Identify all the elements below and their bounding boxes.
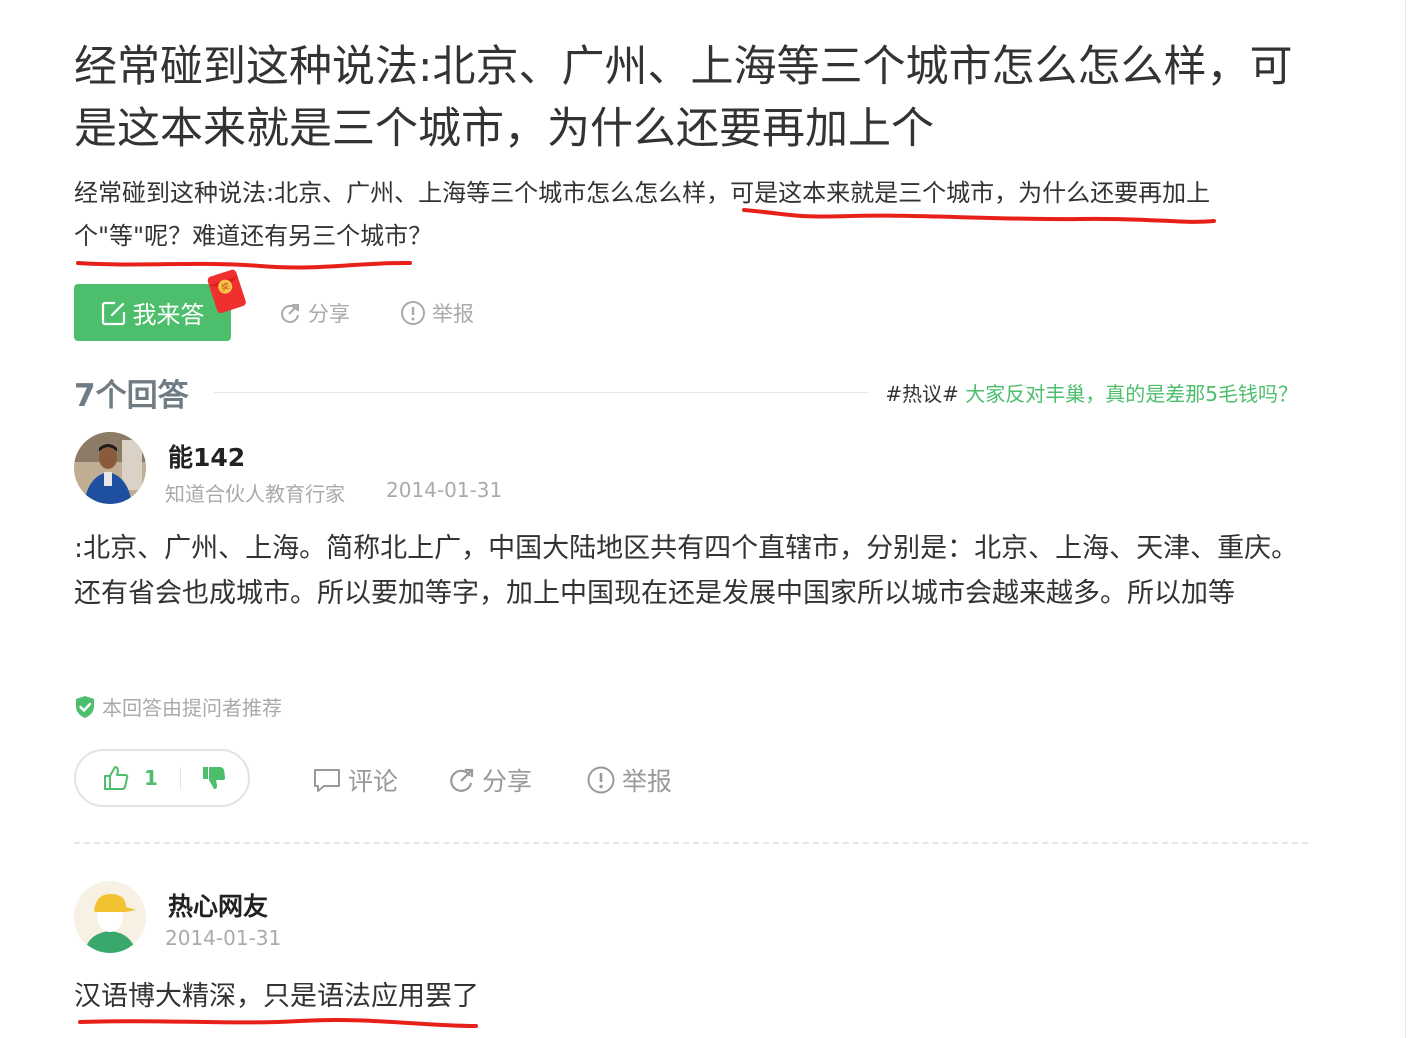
- like-count: 1: [144, 766, 158, 790]
- answer-report-button[interactable]: 举报: [586, 760, 672, 800]
- answers-header: 7个回答 #热议# 大家反对丰巢，真的是差那5毛钱吗？: [74, 368, 1308, 416]
- share-icon: [450, 768, 474, 792]
- answer-share-label: 分享: [482, 767, 533, 796]
- answer-divider: [74, 842, 1308, 844]
- recommended-note: 本回答由提问者推荐: [74, 692, 282, 721]
- user-photo-avatar: [74, 432, 146, 504]
- report-icon: [587, 766, 615, 794]
- answer-share-button[interactable]: 分享: [448, 760, 532, 800]
- like-button[interactable]: 1: [102, 751, 158, 805]
- question-description: 经常碰到这种说法:北京、广州、上海等三个城市怎么怎么样，可是这本来就是三个城市，…: [74, 179, 1211, 250]
- comment-button[interactable]: 评论: [312, 760, 398, 800]
- answer-button-label: 我来答: [132, 301, 205, 329]
- hot-topic-link[interactable]: #热议# 大家反对丰巢，真的是差那5毛钱吗？: [885, 378, 1298, 407]
- comment-icon: [314, 769, 340, 792]
- hot-topic-tag: #热议#: [885, 382, 959, 406]
- question-title: 经常碰到这种说法:北京、广州、上海等三个城市怎么怎么样，可是这本来就是三个城市，…: [74, 42, 1293, 154]
- avatar[interactable]: [74, 432, 146, 504]
- comment-label: 评论: [348, 767, 399, 796]
- thumbs-down-icon: [203, 767, 226, 790]
- share-icon: [281, 303, 299, 323]
- vote-box: 1: [74, 749, 250, 807]
- answer-date: 2014-01-31: [386, 478, 503, 502]
- shield-check-icon: [76, 695, 94, 718]
- user-name[interactable]: 热心网友: [168, 887, 268, 923]
- annotation-underline-2: [76, 260, 412, 270]
- user-title: 知道合伙人教育行家: [165, 482, 345, 506]
- avatar[interactable]: [74, 881, 146, 953]
- vote-separator: [180, 767, 181, 789]
- annotation-underline-3: [78, 1018, 478, 1028]
- page-right-border: [1405, 0, 1406, 1038]
- default-user-avatar: [74, 881, 146, 953]
- question-report-label: 举报: [432, 301, 474, 326]
- question-share-button[interactable]: 分享: [278, 284, 350, 341]
- red-packet-icon[interactable]: 奖: [206, 268, 250, 316]
- question-share-label: 分享: [308, 301, 350, 326]
- answer-body: :北京、广州、上海。简称北上广，中国大陆地区共有四个直辖市，分别是：北京、上海、…: [74, 533, 1299, 609]
- question-actions: 我来答 奖 分享 举报: [74, 269, 594, 341]
- answer-date: 2014-01-31: [165, 926, 282, 950]
- dislike-button[interactable]: [200, 751, 228, 805]
- hot-topic-text: 大家反对丰巢，真的是差那5毛钱吗？: [965, 382, 1298, 406]
- user-name[interactable]: 能142: [168, 438, 245, 474]
- edit-icon: [101, 301, 125, 325]
- report-icon: [401, 300, 425, 325]
- answer-body: 汉语博大精深，只是语法应用罢了: [74, 981, 479, 1012]
- answer-report-label: 举报: [622, 767, 673, 796]
- answers-header-divider: [214, 392, 869, 393]
- question-report-button[interactable]: 举报: [400, 284, 474, 341]
- thumbs-up-icon: [104, 766, 129, 790]
- recommended-label: 本回答由提问者推荐: [102, 696, 282, 720]
- answers-count: 7个回答: [74, 378, 189, 414]
